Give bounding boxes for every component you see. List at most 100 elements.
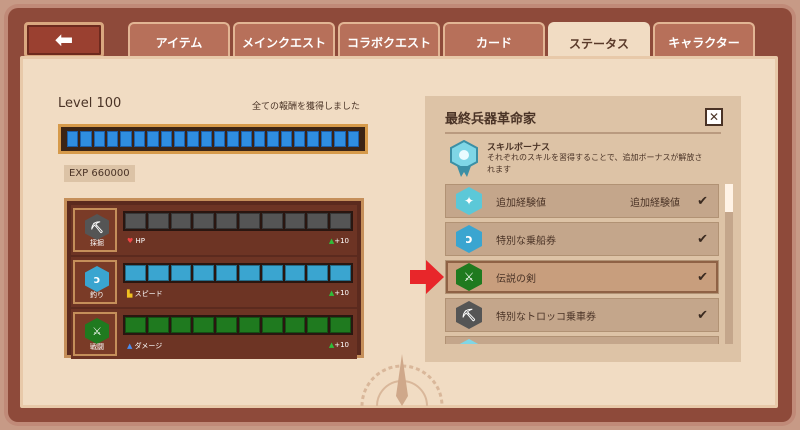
level-label: Level 100	[58, 96, 122, 111]
skill-bar-segment	[307, 317, 329, 333]
tab-items[interactable]: アイテム	[128, 22, 230, 60]
tab-character[interactable]: キャラクター	[653, 22, 755, 60]
bonus-item-extra-xp[interactable]: ✦ 追加経験値 追加経験値 ✔	[445, 184, 719, 218]
sword-icon: ⚔	[85, 318, 109, 344]
xp-segment	[280, 131, 293, 147]
skill-name: 採掘	[90, 239, 104, 247]
skill-stat: ▲ ダメージ	[127, 342, 163, 350]
xp-segment	[347, 131, 359, 147]
checkmark-icon: ✔	[697, 193, 708, 209]
bonus-item-legendary-sword[interactable]: ⚔ 伝説の剣 ✔	[445, 260, 719, 294]
bonus-value: 追加経験値	[630, 197, 680, 209]
skill-bonus-medal-icon	[450, 140, 478, 177]
skill-bar	[123, 263, 353, 283]
skill-bonus: ▲+10	[328, 289, 349, 297]
skill-bar-segment	[170, 317, 192, 333]
boot-icon: ▙	[127, 290, 133, 298]
skill-bonus: ▲+10	[328, 341, 349, 349]
xp-segment	[334, 131, 346, 147]
xp-segment	[173, 131, 186, 147]
potion-icon: ▲	[127, 342, 133, 350]
xp-segment	[307, 131, 319, 147]
bonus-description: それぞれのスキルを習得することで、追加ボーナスが解放されます	[487, 153, 703, 174]
tab-collab-quest[interactable]: コラボクエスト	[338, 22, 440, 60]
skill-bar-segment	[147, 213, 169, 229]
checkmark-icon: ✔	[697, 307, 708, 323]
xp-segment	[320, 131, 333, 147]
exp-label: EXP 660000	[64, 165, 135, 182]
skill-bar-segment	[147, 265, 169, 281]
bonus-item-boarding-ticket[interactable]: ↄ 特別な乗船券 ✔	[445, 222, 719, 256]
skill-row-fishing: ↄ 釣り ▙ スピード ▲+10	[71, 257, 357, 307]
compass-emblem-icon	[360, 354, 444, 406]
skill-bar-segment	[238, 265, 260, 281]
skill-bar-segment	[125, 213, 146, 229]
back-arrow-icon: ⬅	[54, 27, 74, 53]
skill-bar-segment	[170, 213, 192, 229]
skill-icon-frame: ⚔ 戦闘	[73, 312, 117, 356]
skill-icon-frame: ↄ 釣り	[73, 260, 117, 304]
xp-segment	[240, 131, 253, 147]
skill-bar-segment	[125, 265, 146, 281]
xp-segment	[120, 131, 132, 147]
tab-cards[interactable]: カード	[443, 22, 545, 60]
checkmark-icon: ✔	[697, 231, 708, 247]
xp-segment	[200, 131, 212, 147]
red-arrow-icon	[410, 260, 444, 294]
sword-hex-icon: ⚔	[456, 263, 482, 291]
xp-segment	[147, 131, 159, 147]
skill-row-combat: ⚔ 戦闘 ▲ ダメージ ▲+10	[71, 309, 357, 359]
xp-bar	[58, 124, 368, 154]
skill-row-mining: ⛏ 採掘 ♥ HP ▲+10	[71, 205, 357, 255]
heart-icon: ♥	[127, 237, 134, 245]
skill-bar-segment	[216, 265, 237, 281]
skill-bar-segment	[261, 317, 283, 333]
skill-bar-segment	[216, 317, 237, 333]
skill-bar-segment	[125, 317, 146, 333]
skill-bar	[123, 315, 353, 335]
skill-bar-segment	[193, 265, 215, 281]
skill-bar-segment	[193, 213, 215, 229]
xp-segment	[294, 131, 306, 147]
xp-segment	[80, 131, 92, 147]
xp-segment	[187, 131, 199, 147]
skill-bar-segment	[193, 317, 215, 333]
skill-bar-segment	[330, 265, 351, 281]
checkmark-icon: ✔	[697, 269, 708, 285]
skill-bar-segment	[261, 213, 283, 229]
bonus-name: 特別なトロッコ乗車券	[496, 311, 596, 323]
close-button[interactable]: ✕	[705, 108, 723, 126]
rewards-status: 全ての報酬を獲得しました	[252, 102, 361, 112]
skill-bar-segment	[261, 265, 283, 281]
skill-bar-segment	[284, 317, 306, 333]
bonus-item-trolley-ticket[interactable]: ⛏ 特別なトロッコ乗車券 ✔	[445, 298, 719, 332]
xp-segment	[227, 131, 239, 147]
tab-main-quest[interactable]: メインクエスト	[233, 22, 335, 60]
pickaxe-icon: ⛏	[85, 214, 109, 240]
xp-segment	[267, 131, 279, 147]
scrollbar-thumb[interactable]	[725, 184, 733, 212]
skill-stat: ▙ スピード	[127, 290, 163, 298]
skill-name: 釣り	[90, 291, 104, 299]
skill-bar-segment	[284, 213, 306, 229]
xp-segment	[93, 131, 106, 147]
skill-icon-frame: ⛏ 採掘	[73, 208, 117, 252]
skill-bonus-panel: 最終兵器革命家 ✕ スキルボーナス それぞれのスキルを習得することで、追加ボーナ…	[425, 96, 741, 362]
bonus-item-partial[interactable]	[445, 336, 719, 344]
xp-segment	[254, 131, 266, 147]
scrollbar[interactable]	[725, 184, 733, 344]
skill-bonus: ▲+10	[328, 237, 349, 245]
bonus-name: 伝説の剣	[496, 273, 536, 285]
skill-stat: ♥ HP	[127, 237, 146, 245]
xp-segment	[133, 131, 146, 147]
skill-bar-segment	[307, 213, 329, 229]
fishing-hex-icon: ↄ	[456, 225, 482, 253]
xp-segment	[160, 131, 172, 147]
divider	[445, 132, 721, 134]
back-button[interactable]: ⬅	[24, 22, 104, 58]
bonus-name: 特別な乗船券	[496, 235, 556, 247]
panel-title: 最終兵器革命家	[445, 112, 537, 127]
skill-bar-segment	[330, 213, 351, 229]
skill-bar	[123, 211, 353, 231]
bonus-name: 追加経験値	[496, 197, 546, 209]
